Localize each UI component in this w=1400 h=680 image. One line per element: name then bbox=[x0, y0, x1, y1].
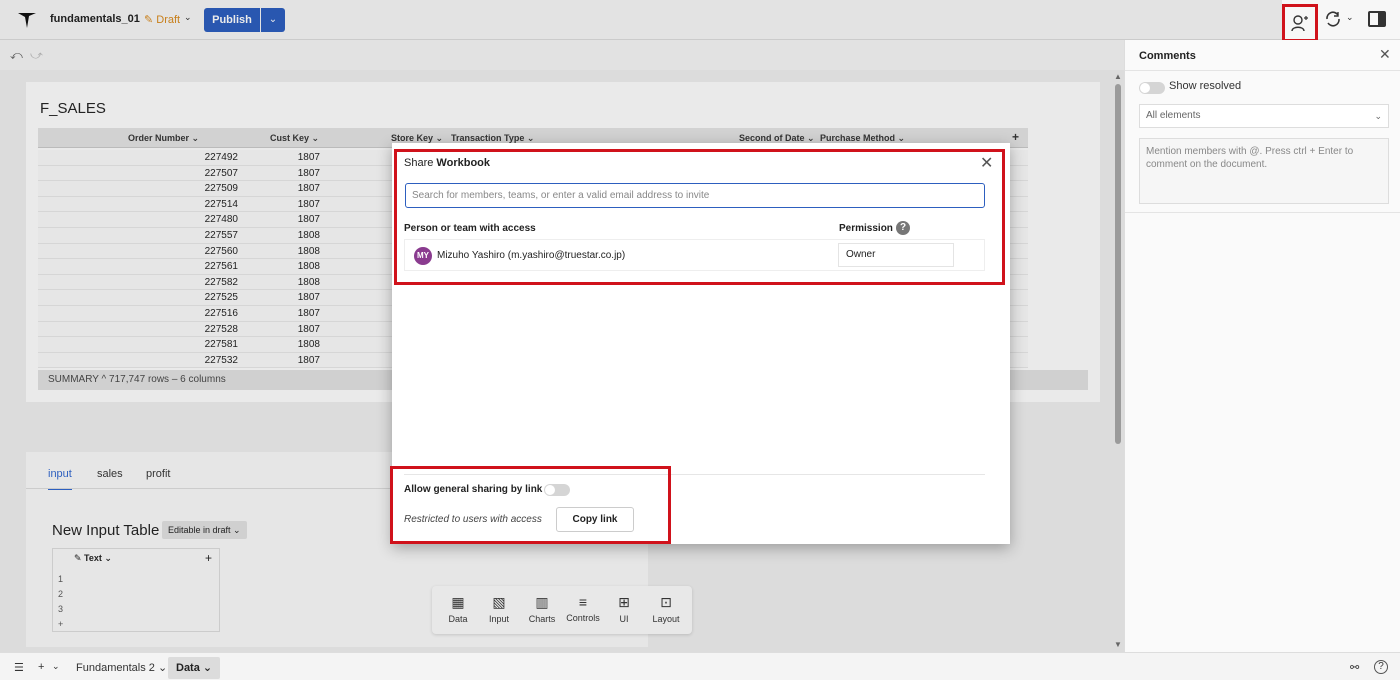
row-number: 2 bbox=[58, 589, 64, 599]
help-icon[interactable]: ? bbox=[1374, 660, 1388, 674]
ui-elements-icon: ⊞ bbox=[618, 594, 630, 610]
row-number: 1 bbox=[58, 574, 64, 584]
scroll-thumb[interactable] bbox=[1115, 84, 1121, 444]
cust-key-cell: 1807 bbox=[297, 308, 320, 319]
order-number-cell: 227528 bbox=[204, 323, 238, 335]
table-title: F_SALES bbox=[40, 100, 106, 117]
sliders-icon: ≡ bbox=[578, 594, 588, 610]
page-tab-data[interactable]: Data ⌄ bbox=[168, 657, 221, 679]
cust-key-cell: 1808 bbox=[297, 261, 320, 273]
layout-tool-button[interactable]: ⊡ Layout bbox=[646, 594, 686, 624]
order-number-cell: 227557 bbox=[204, 230, 238, 241]
tab-profit[interactable]: profit bbox=[146, 468, 170, 480]
editable-badge[interactable]: Editable in draft ⌄ bbox=[162, 521, 247, 539]
order-number-cell: 227516 bbox=[204, 308, 238, 319]
add-column-icon[interactable]: + bbox=[1012, 130, 1019, 144]
controls-tool-button[interactable]: ≡ Controls bbox=[563, 594, 603, 623]
cust-key-cell: 1808 bbox=[297, 276, 320, 288]
cust-key-cell: 1807 bbox=[297, 214, 320, 226]
table-icon: ▦ bbox=[451, 594, 465, 610]
page-list-icon[interactable]: ☰ bbox=[14, 661, 24, 674]
cust-key-cell: 1807 bbox=[297, 167, 320, 179]
add-page-icon[interactable]: + bbox=[38, 661, 44, 673]
divider bbox=[1125, 212, 1400, 213]
comments-title: Comments bbox=[1139, 50, 1196, 62]
order-number-cell: 227507 bbox=[204, 167, 238, 179]
order-number-cell: 227480 bbox=[204, 214, 238, 226]
chevron-down-icon[interactable]: ⌄ bbox=[1346, 12, 1354, 23]
chart-icon: ▥ bbox=[535, 594, 549, 610]
cust-key-cell: 1807 bbox=[297, 152, 320, 163]
sync-icon[interactable] bbox=[1324, 10, 1342, 28]
highlight-box bbox=[394, 149, 1005, 285]
input-icon: ▧ bbox=[492, 594, 506, 610]
undo-icon[interactable]: ⤺ bbox=[10, 48, 23, 63]
order-number-cell: 227561 bbox=[204, 261, 238, 273]
element-filter-select[interactable]: All elements ⌄ bbox=[1139, 104, 1389, 128]
divider bbox=[1125, 70, 1400, 71]
order-number-cell: 227525 bbox=[204, 292, 238, 304]
element-toolbar: ▦ Data ▧ Input ▥ Charts ≡ Controls ⊞ UI ⊡ Layo… bbox=[432, 586, 692, 634]
column-header[interactable]: Order Number ⌄ bbox=[128, 133, 199, 144]
order-number-cell: 227514 bbox=[204, 198, 238, 210]
cust-key-cell: 1807 bbox=[297, 323, 320, 335]
cust-key-cell: 1808 bbox=[297, 339, 320, 351]
add-row-button[interactable]: + bbox=[58, 619, 63, 629]
toggle-panel-icon[interactable] bbox=[1368, 11, 1386, 27]
share-button[interactable] bbox=[1282, 4, 1318, 42]
order-number-cell: 227509 bbox=[204, 183, 238, 195]
chevron-down-icon[interactable]: ⌄ bbox=[52, 661, 60, 672]
tab-input[interactable]: input bbox=[48, 468, 72, 490]
cust-key-cell: 1807 bbox=[297, 198, 320, 210]
order-number-cell: 227582 bbox=[204, 276, 238, 288]
scroll-up-icon[interactable]: ▲ bbox=[1114, 72, 1122, 81]
input-table-title: New Input Table bbox=[52, 522, 160, 539]
cust-key-cell: 1807 bbox=[297, 354, 320, 366]
data-tool-button[interactable]: ▦ Data bbox=[438, 594, 478, 624]
show-resolved-label: Show resolved bbox=[1169, 80, 1242, 92]
modal-overlay-top bbox=[0, 0, 1282, 40]
edit-toolbar: ⤺ ⤻ bbox=[0, 40, 1124, 70]
order-number-cell: 227492 bbox=[204, 152, 238, 163]
cust-key-cell: 1807 bbox=[297, 183, 320, 195]
comments-panel: Comments ✕ Show resolved All elements ⌄ M… bbox=[1124, 40, 1400, 652]
close-icon[interactable]: ✕ bbox=[1379, 46, 1391, 63]
comment-input[interactable]: Mention members with @. Press ctrl + Ent… bbox=[1139, 138, 1389, 204]
input-column-header[interactable]: ✎ Text ⌄ bbox=[74, 553, 112, 564]
page-bar: ☰ + ⌄ Fundamentals 2 ⌄ Data ⌄ ⚯ ? bbox=[0, 652, 1400, 680]
add-column-icon[interactable]: + bbox=[205, 551, 212, 565]
ui-tool-button[interactable]: ⊞ UI bbox=[604, 594, 644, 624]
order-number-cell: 227532 bbox=[204, 354, 238, 366]
layout-icon: ⊡ bbox=[660, 594, 672, 610]
column-header[interactable]: Cust Key ⌄ bbox=[270, 133, 319, 144]
tab-sales[interactable]: sales bbox=[97, 468, 123, 480]
cust-key-cell: 1807 bbox=[297, 292, 320, 304]
scroll-down-icon[interactable]: ▼ bbox=[1114, 640, 1122, 649]
row-number: 3 bbox=[58, 604, 64, 614]
cust-key-cell: 1808 bbox=[297, 245, 320, 257]
page-tab-fundamentals[interactable]: Fundamentals 2 ⌄ bbox=[76, 661, 167, 674]
lineage-icon[interactable]: ⚯ bbox=[1350, 661, 1359, 674]
show-resolved-toggle[interactable] bbox=[1139, 82, 1165, 94]
redo-icon[interactable]: ⤻ bbox=[30, 48, 43, 63]
order-number-cell: 227581 bbox=[204, 339, 238, 351]
input-tool-button[interactable]: ▧ Input bbox=[479, 594, 519, 624]
top-bar: fundamentals_01 ✎ Draft ⌄ Publish ⌄ ⌄ bbox=[0, 0, 1400, 42]
order-number-cell: 227560 bbox=[204, 245, 238, 257]
highlight-box bbox=[390, 466, 671, 544]
canvas-scrollbar[interactable]: ▲ ▼ bbox=[1113, 72, 1123, 652]
charts-tool-button[interactable]: ▥ Charts bbox=[522, 594, 562, 624]
cust-key-cell: 1808 bbox=[297, 230, 320, 241]
chevron-down-icon: ⌄ bbox=[1374, 111, 1382, 121]
add-user-icon bbox=[1291, 15, 1308, 32]
